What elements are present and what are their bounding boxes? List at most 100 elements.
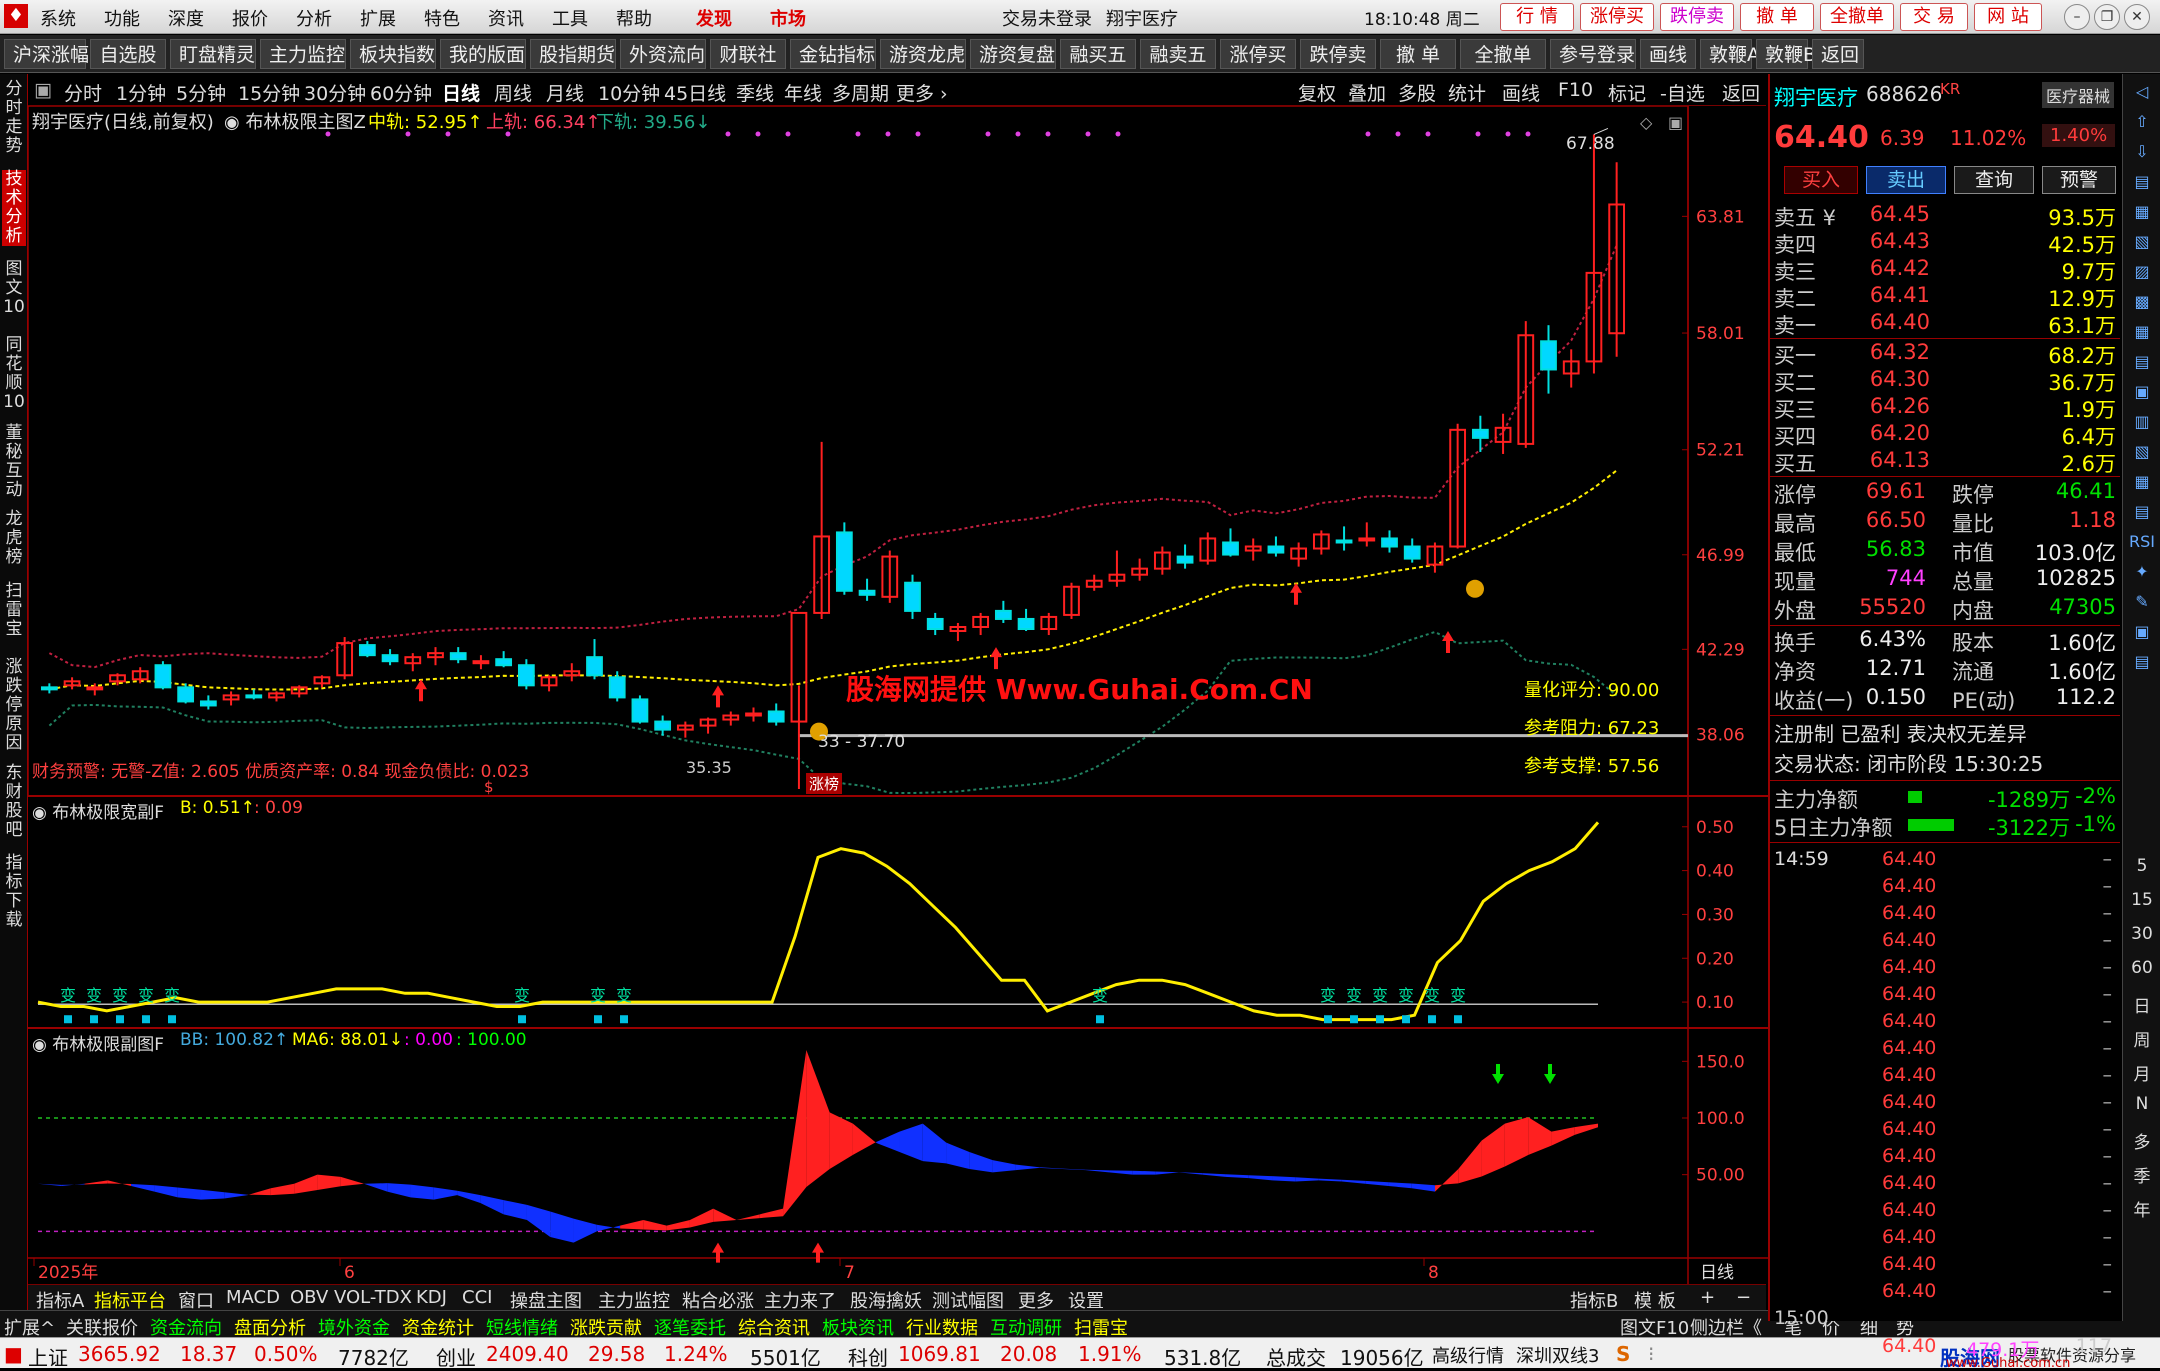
app-logo-icon[interactable]: ♦ (4, 4, 28, 28)
period-8[interactable]: 月线 (546, 79, 584, 106)
toolbar-button-20[interactable]: 敦鞭A (1700, 39, 1760, 69)
sell-button[interactable]: 卖出 (1866, 166, 1946, 194)
side-period-10[interactable]: 年 (2127, 1196, 2157, 1221)
period-right-8[interactable]: 返回 (1722, 79, 1760, 106)
toolbar-button-10[interactable]: 游资龙虎 (880, 39, 966, 69)
toolbar-button-4[interactable]: 板块指数 (350, 39, 436, 69)
toolbar-button-19[interactable]: 画线 (1640, 39, 1696, 69)
toolbar-button-3[interactable]: 主力监控 (260, 39, 346, 69)
side-tool-icon-1[interactable]: ⇧ (2127, 112, 2157, 131)
toolbar-button-7[interactable]: 外资流向 (620, 39, 706, 69)
side-tool-icon-10[interactable]: ▣ (2127, 382, 2157, 401)
side-period-0[interactable]: 5 (2127, 856, 2157, 876)
period-right-4[interactable]: 画线 (1502, 79, 1540, 106)
indicator-right-3[interactable]: − (1736, 1287, 1751, 1308)
toolbar-button-1[interactable]: 自选股 (90, 39, 166, 69)
tab-indicator-download[interactable]: 指标下载 (2, 854, 26, 930)
menu-function[interactable]: 功能 (104, 5, 140, 31)
sell-level-4[interactable]: 卖四 64.43 42.5万 (1770, 229, 2120, 257)
chart-window-icon[interactable]: ▣ (1668, 113, 1683, 132)
status-gear-icon[interactable]: S (1616, 1342, 1630, 1366)
main-indicator-name[interactable]: ◉ 布林极限主图Z (224, 108, 366, 134)
period-13[interactable]: 多周期 (832, 79, 889, 106)
side-tool-icon-6[interactable]: ▨ (2127, 262, 2157, 281)
side-tool-icon-15[interactable]: RSI (2127, 532, 2157, 551)
toolbar-button-18[interactable]: 参号登录 (1550, 39, 1636, 69)
side-tool-icon-12[interactable]: ▧ (2127, 442, 2157, 461)
limit-up-buy-button[interactable]: 涨停买 (1580, 3, 1654, 31)
side-period-3[interactable]: 60 (2127, 958, 2157, 978)
sell-level-2[interactable]: 卖二 64.41 12.9万 (1770, 283, 2120, 311)
side-tool-icon-0[interactable]: ◁ (2127, 82, 2157, 101)
side-tool-icon-8[interactable]: ▦ (2127, 322, 2157, 341)
toolbar-button-9[interactable]: 金钻指标 (790, 39, 876, 69)
indicator-tab-5[interactable]: VOL-TDX (334, 1287, 412, 1308)
period-0[interactable]: 分时 (64, 79, 102, 106)
period-7[interactable]: 周线 (494, 79, 532, 106)
indicator-right-2[interactable]: + (1700, 1287, 1715, 1308)
advanced-quote[interactable]: 高级行情 (1432, 1342, 1504, 1368)
period-5[interactable]: 60分钟 (370, 79, 432, 106)
layout-icon[interactable]: ▣ (34, 79, 52, 101)
toolbar-button-16[interactable]: 撤 单 (1380, 39, 1456, 69)
menu-market[interactable]: 市场 (770, 5, 806, 31)
side-tool-icon-2[interactable]: ⇩ (2127, 142, 2157, 161)
close-icon[interactable]: ✕ (2124, 4, 2150, 30)
toolbar-button-2[interactable]: 盯盘精灵 (170, 39, 256, 69)
menu-tools[interactable]: 工具 (552, 5, 588, 31)
toolbar-button-15[interactable]: 跌停卖 (1300, 39, 1376, 69)
period-12[interactable]: 年线 (784, 79, 822, 106)
side-tool-icon-17[interactable]: ✎ (2127, 592, 2157, 611)
side-tool-icon-13[interactable]: ▦ (2127, 472, 2157, 491)
sell-level-1[interactable]: 卖一 64.40 63.1万 (1770, 310, 2120, 338)
buy-level-5[interactable]: 买五 64.13 2.6万 (1770, 448, 2120, 476)
query-button[interactable]: 查询 (1954, 166, 2034, 194)
tab-technical[interactable]: 技术分析 (2, 170, 26, 246)
buy-level-4[interactable]: 买四 64.20 6.4万 (1770, 421, 2120, 449)
sub1-toggle-icon[interactable]: ◉ (32, 803, 47, 823)
period-right-2[interactable]: 多股 (1398, 79, 1436, 106)
website-button[interactable]: 网 站 (1974, 3, 2042, 31)
tab-dragon-tiger[interactable]: 龙虎榜 (2, 510, 26, 567)
cancel-all-button[interactable]: 全撤单 (1820, 3, 1894, 31)
side-tool-icon-3[interactable]: ▤ (2127, 172, 2157, 191)
tab-f10[interactable]: 图文10 (2, 260, 26, 317)
period-right-5[interactable]: F10 (1558, 79, 1593, 101)
tab-secretary[interactable]: 董秘互动 (2, 424, 26, 500)
indicator-tab-6[interactable]: KDJ (416, 1287, 447, 1308)
period-right-6[interactable]: 标记 (1608, 79, 1646, 106)
toolbar-button-12[interactable]: 融买五 (1060, 39, 1136, 69)
period-4[interactable]: 30分钟 (304, 79, 366, 106)
trade-button[interactable]: 交 易 (1900, 3, 1968, 31)
side-period-1[interactable]: 15 (2127, 890, 2157, 910)
menu-news[interactable]: 资讯 (488, 5, 524, 31)
side-tool-icon-5[interactable]: ▧ (2127, 232, 2157, 251)
toolbar-button-5[interactable]: 我的版面 (440, 39, 526, 69)
toolbar-button-21[interactable]: 敦鞭B (1756, 39, 1816, 69)
menu-special[interactable]: 特色 (424, 5, 460, 31)
period-6[interactable]: 日线 (442, 79, 480, 106)
minimize-icon[interactable]: – (2064, 4, 2090, 30)
side-period-9[interactable]: 季 (2127, 1162, 2157, 1187)
side-period-7[interactable]: N (2127, 1094, 2157, 1114)
menu-help[interactable]: 帮助 (616, 5, 652, 31)
side-period-8[interactable]: 多 (2127, 1128, 2157, 1153)
side-tool-icon-18[interactable]: ▣ (2127, 622, 2157, 641)
period-14[interactable]: 更多 › (896, 79, 948, 106)
alert-button[interactable]: 预警 (2042, 166, 2116, 194)
restore-icon[interactable]: ❐ (2094, 4, 2120, 30)
status-logo-icon[interactable]: ■ (4, 1342, 23, 1366)
period-1[interactable]: 1分钟 (116, 79, 166, 106)
menu-discover[interactable]: 发现 (696, 5, 732, 31)
side-period-2[interactable]: 30 (2127, 924, 2157, 944)
side-period-4[interactable]: 日 (2127, 992, 2157, 1017)
period-11[interactable]: 季线 (736, 79, 774, 106)
menu-system[interactable]: 系统 (40, 5, 76, 31)
buy-button[interactable]: 买入 (1784, 166, 1858, 194)
status-menu-icon[interactable]: ⁝ (1648, 1342, 1654, 1366)
indicator-tab-7[interactable]: CCI (462, 1287, 492, 1308)
toolbar-button-17[interactable]: 全撤单 (1460, 39, 1546, 69)
toolbar-button-22[interactable]: 返回 (1812, 39, 1864, 69)
side-period-6[interactable]: 月 (2127, 1060, 2157, 1085)
sub2-toggle-icon[interactable]: ◉ (32, 1035, 47, 1055)
